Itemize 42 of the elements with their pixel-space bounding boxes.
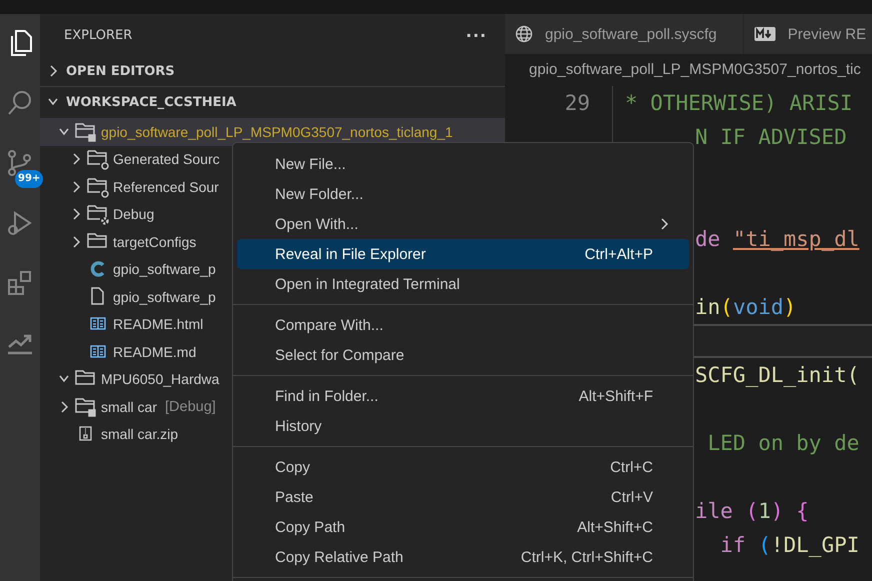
line-number: 29	[564, 91, 590, 115]
menu-item-label: Copy	[275, 458, 312, 476]
tree-item-label: README.html	[113, 316, 204, 332]
tree-item-tag: [Debug]	[165, 398, 216, 415]
tree-item-label: gpio_software_p	[113, 261, 216, 278]
menu-item-label: Copy Relative Path	[275, 548, 404, 566]
code-line: ile (1) {	[694, 499, 809, 523]
menu-item-label: Paste	[275, 488, 314, 506]
menu-item-label: Open With...	[275, 216, 360, 232]
code-line: * OTHERWISE) ARISI	[624, 91, 853, 115]
menu-item-label: New File...	[275, 156, 347, 172]
menu-item-label: Find in Folder...	[275, 388, 380, 404]
menu-item-label: History	[275, 418, 323, 434]
code-line: SCFG_DL_init(	[694, 363, 860, 387]
menu-item-label: Reveal in File Explorer	[275, 246, 427, 262]
menu-item-label: Select for Compare	[275, 346, 406, 364]
tree-item-label: README.md	[113, 344, 196, 360]
explorer-title: EXPLORER	[64, 28, 132, 42]
tree-item-label: targetConfigs	[113, 234, 196, 250]
code-line: LED on by de	[706, 431, 860, 455]
code-line: in(void)	[694, 295, 796, 319]
menu-item-label: Compare With...	[275, 316, 384, 334]
tree-item-label: small car.zip	[101, 426, 178, 442]
menu-item-label: Open in Integrated Terminal	[275, 276, 461, 292]
keyboard-shortcut: Ctrl+C	[610, 458, 653, 476]
tree-item-label: MPU6050_Hardwa	[101, 371, 220, 388]
tree-item-label: small car	[101, 398, 158, 415]
keyboard-shortcut: Ctrl+Alt+P	[584, 246, 653, 262]
tree-item-label: Debug	[113, 206, 154, 222]
keyboard-shortcut: Alt+Shift+C	[577, 518, 653, 536]
tree-item-label: Generated Sourc	[113, 151, 220, 168]
keyboard-shortcut: Alt+Shift+F	[578, 388, 653, 404]
keyboard-shortcut: Ctrl+K, Ctrl+Shift+C	[520, 548, 653, 566]
tree-item-label: gpio_software_p	[113, 288, 216, 305]
menu-item-label: New Folder...	[275, 186, 364, 202]
tree-item-label: Referenced Sour	[113, 178, 219, 195]
code-line: de "ti_msp_dl	[694, 227, 860, 251]
tree-item-label: gpio_software_poll_LP_MSPM0G3507_nortos_ticlang_1	[101, 124, 453, 140]
menu-item-label: Copy Path	[275, 518, 346, 536]
keyboard-shortcut: Ctrl+V	[610, 488, 653, 506]
code-line: N IF ADVISED	[694, 125, 847, 149]
notification-badge: 99+	[15, 170, 44, 188]
